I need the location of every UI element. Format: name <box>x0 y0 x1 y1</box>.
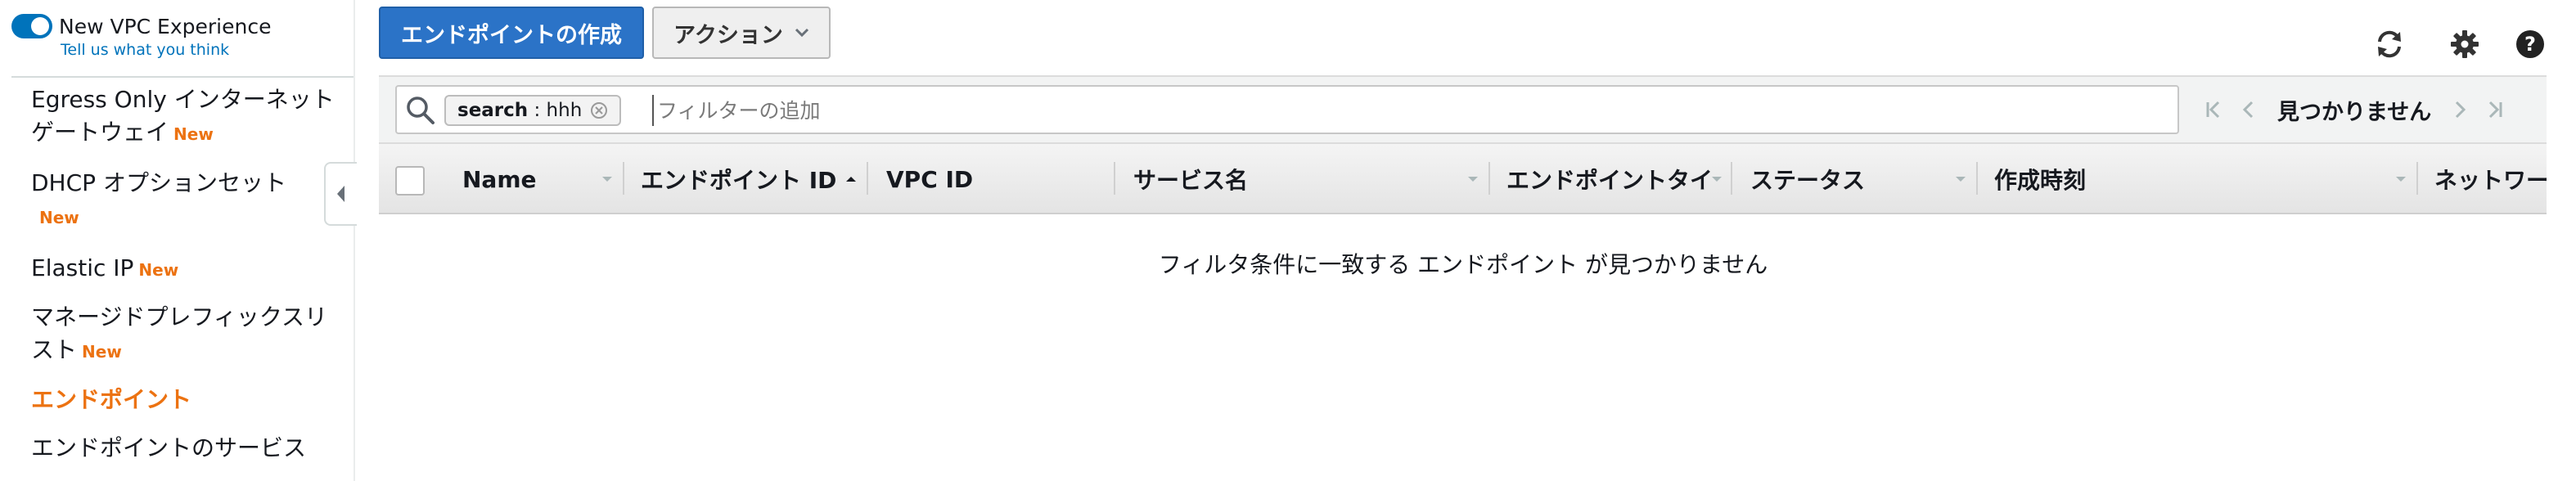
first-page-button[interactable] <box>2197 92 2231 127</box>
new-vpc-experience-toggle[interactable] <box>11 14 52 38</box>
column-header-name[interactable]: Name <box>462 144 537 214</box>
column-divider <box>1731 162 1732 195</box>
prev-page-icon <box>2242 101 2254 119</box>
column-header-endpoint-type[interactable]: エンドポイントタイ <box>1506 144 1713 214</box>
sidebar-item-label-line2: ゲートウェイ <box>31 119 169 146</box>
sidebar-item-endpoint-services[interactable]: エンドポイントのサービス <box>31 432 342 465</box>
table-header: Name エンドポイント ID VPC ID サービス名 エンドポイントタイ ス… <box>379 144 2549 214</box>
last-page-button[interactable] <box>2477 92 2511 127</box>
new-badge: New <box>173 124 214 144</box>
help-button[interactable]: ? <box>2512 26 2548 62</box>
empty-table-message: フィルタ条件に一致する エンドポイント が見つかりません <box>1158 251 1768 278</box>
next-page-icon <box>2456 101 2466 119</box>
sidebar-item-label: Elastic IP <box>31 254 134 281</box>
sidebar-item-endpoints[interactable]: エンドポイント <box>31 384 342 416</box>
column-divider <box>2416 162 2418 195</box>
create-endpoint-label: エンドポイントの作成 <box>401 22 622 48</box>
token-remove-icon[interactable] <box>590 101 608 119</box>
column-header-network[interactable]: ネットワー <box>2434 144 2549 214</box>
right-edge-gutter <box>2547 0 2576 481</box>
filter-bar: search : hhh 見つかりません <box>379 75 2547 144</box>
column-header-creation-time[interactable]: 作成時刻 <box>1994 144 2086 214</box>
column-header-status[interactable]: ステータス <box>1750 144 1865 214</box>
column-vpc-id-label: VPC ID <box>886 165 974 193</box>
sidebar-item-dhcp-options[interactable]: DHCP オプションセット New <box>31 167 342 234</box>
create-endpoint-button[interactable]: エンドポイントの作成 <box>379 7 644 59</box>
column-divider <box>623 162 624 195</box>
column-service-name-label: サービス名 <box>1133 167 1249 194</box>
sort-caret-icon <box>846 177 856 182</box>
filter-token[interactable]: search : hhh <box>444 95 622 126</box>
column-endpoint-id-label: エンドポイント ID <box>641 167 837 194</box>
new-badge: New <box>82 342 122 362</box>
column-creation-time-label: 作成時刻 <box>1994 167 2087 194</box>
pagination-status: 見つかりません <box>2277 99 2432 125</box>
sidebar-item-label: エンドポイント <box>31 386 192 413</box>
sidebar-divider <box>11 76 354 78</box>
endpoints-panel: search : hhh 見つかりません <box>379 75 2549 481</box>
pagination: 見つかりません <box>2197 85 2511 134</box>
toggle-knob <box>31 17 49 35</box>
column-divider <box>1114 162 1115 195</box>
sidebar-item-egress-only-igw[interactable]: Egress Only インターネット ゲートウェイ New <box>31 83 342 151</box>
sort-caret-icon <box>2396 177 2406 182</box>
first-page-icon <box>2206 101 2220 119</box>
new-badge: New <box>138 260 179 280</box>
sidebar-item-label: Egress Only インターネット <box>31 86 335 113</box>
chevron-down-icon <box>795 28 808 38</box>
collapse-chevron-icon <box>337 186 345 202</box>
column-header-vpc-id[interactable]: VPC ID <box>886 144 973 214</box>
sort-caret-icon <box>1956 177 1966 182</box>
column-header-service-name[interactable]: サービス名 <box>1133 144 1248 214</box>
column-divider <box>1488 162 1490 195</box>
actions-dropdown-button[interactable]: アクション <box>652 7 831 59</box>
column-header-endpoint-id[interactable]: エンドポイント ID <box>641 144 836 214</box>
column-name-label: Name <box>462 165 537 193</box>
select-all-checkbox[interactable] <box>395 166 425 196</box>
sidebar-item-managed-prefix-lists[interactable]: マネージドプレフィックスリ スト New <box>31 301 342 368</box>
sidebar-item-label-line2: スト <box>31 336 78 363</box>
column-network-label: ネットワー <box>2434 167 2550 194</box>
prev-page-button[interactable] <box>2231 92 2266 127</box>
help-icon: ? <box>2516 30 2544 58</box>
sort-caret-icon <box>602 177 612 182</box>
feedback-link[interactable]: Tell us what you think <box>61 41 229 59</box>
sidebar-item-elastic-ip[interactable]: Elastic IP New <box>31 252 342 286</box>
sidebar-item-label: マネージドプレフィックスリ <box>31 303 328 330</box>
token-value: hhh <box>546 100 583 121</box>
column-endpoint-type-label: エンドポイントタイ <box>1506 167 1714 194</box>
token-key: search <box>457 100 529 121</box>
sort-caret-icon <box>1468 177 1478 182</box>
settings-button[interactable] <box>2447 26 2483 62</box>
sort-caret-icon <box>1712 177 1722 182</box>
sidebar-collapse-button[interactable] <box>324 162 357 226</box>
settings-gear-icon <box>2451 30 2479 58</box>
column-divider <box>867 162 868 195</box>
column-status-label: ステータス <box>1750 167 1866 194</box>
last-page-icon <box>2489 101 2502 119</box>
refresh-button[interactable] <box>2371 26 2407 62</box>
new-vpc-experience-row: New VPC Experience <box>11 10 271 43</box>
search-icon <box>405 95 436 126</box>
column-divider <box>1976 162 1978 195</box>
svg-text:?: ? <box>2524 33 2536 56</box>
search-box[interactable]: search : hhh <box>395 85 2179 134</box>
next-page-button[interactable] <box>2443 92 2477 127</box>
token-separator: : <box>534 100 541 121</box>
sidebar-item-label: エンドポイントのサービス <box>31 434 307 461</box>
toggle-label: New VPC Experience <box>59 14 272 38</box>
actions-label: アクション <box>673 22 783 48</box>
filter-input[interactable] <box>652 95 2125 126</box>
refresh-icon <box>2378 30 2401 58</box>
sidebar: New VPC Experience Tell us what you thin… <box>0 0 355 481</box>
new-badge: New <box>39 208 79 227</box>
sidebar-item-label: DHCP オプションセット <box>31 169 286 196</box>
